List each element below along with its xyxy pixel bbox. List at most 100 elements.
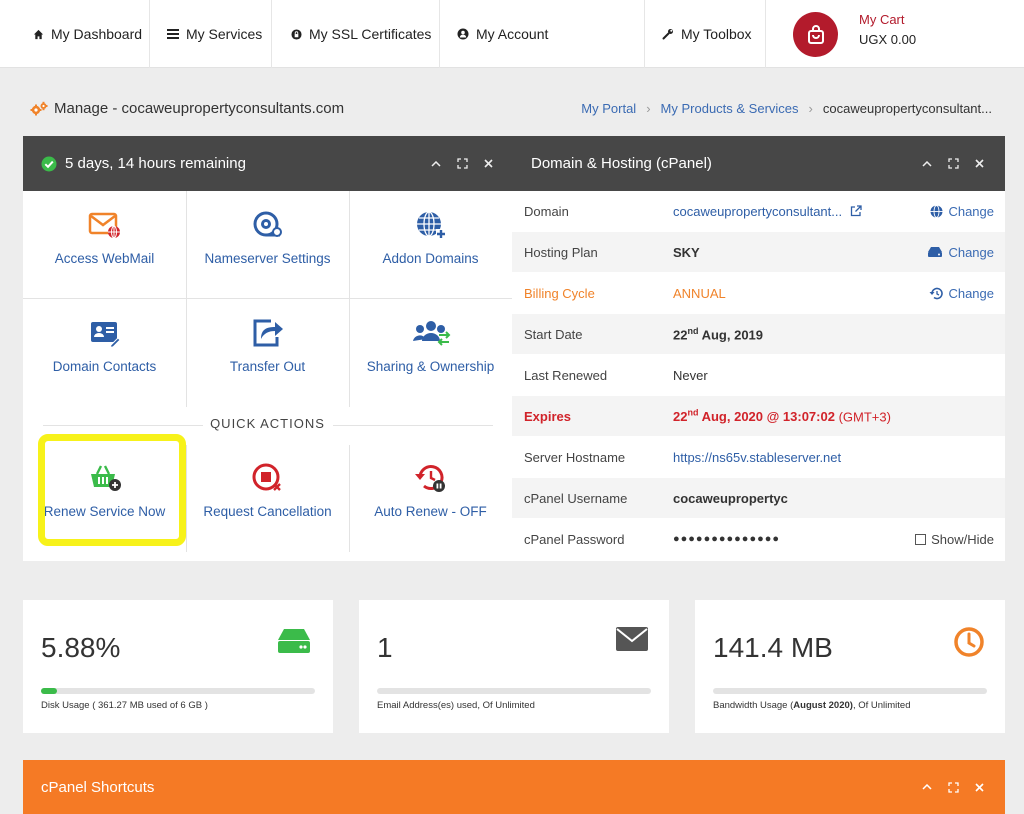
- cpanel-password-row: cPanel Password ●●●●●●●●●●●●●● Show/Hide: [512, 519, 1005, 560]
- envelope-icon: [615, 626, 649, 657]
- list-icon: [166, 27, 180, 41]
- lock-icon: [289, 27, 303, 41]
- nameserver-settings-label: Nameserver Settings: [204, 251, 331, 266]
- close-icon[interactable]: [973, 158, 985, 170]
- fullscreen-icon[interactable]: [947, 781, 959, 793]
- request-cancellation-button[interactable]: Request Cancellation: [186, 462, 349, 519]
- service-panel: 5 days, 14 hours remaining Domain & Host…: [23, 136, 1005, 561]
- cancel-icon: [251, 462, 285, 494]
- checkbox-icon[interactable]: [915, 533, 927, 545]
- collapse-icon[interactable]: [921, 158, 933, 170]
- cpanel-password-value: ●●●●●●●●●●●●●●: [673, 533, 781, 545]
- gears-icon: [30, 101, 48, 117]
- domain-contacts-button[interactable]: Domain Contacts: [23, 317, 186, 374]
- nav-my-dashboard[interactable]: My Dashboard: [0, 0, 150, 68]
- billing-cycle-row: Billing Cycle ANNUAL Change: [512, 273, 1005, 314]
- access-webmail-button[interactable]: Access WebMail: [23, 209, 186, 266]
- renew-basket-icon: [88, 462, 122, 494]
- breadcrumb-current: cocaweupropertyconsultant...: [822, 101, 992, 116]
- last-renewed-row: Last Renewed Never: [512, 355, 1005, 396]
- change-hosting-plan-button[interactable]: Change: [927, 245, 994, 260]
- last-renewed-label: Last Renewed: [524, 367, 608, 383]
- access-webmail-label: Access WebMail: [54, 251, 155, 266]
- nav-my-toolbox[interactable]: My Toolbox: [645, 0, 766, 68]
- nav-label: My Account: [476, 26, 549, 42]
- wrench-icon: [661, 27, 675, 41]
- nav-my-ssl-certificates[interactable]: My SSL Certificates: [272, 0, 440, 68]
- change-billing-cycle-button[interactable]: Change: [929, 286, 994, 301]
- server-icon: [927, 246, 943, 258]
- history-icon: [929, 287, 944, 300]
- change-domain-button[interactable]: Change: [930, 204, 994, 219]
- server-hostname-link[interactable]: https://ns65v.stableserver.net: [673, 450, 841, 465]
- cart-icon[interactable]: [793, 12, 838, 57]
- renew-service-button[interactable]: Renew Service Now: [23, 462, 186, 519]
- close-icon[interactable]: [973, 781, 985, 793]
- change-label: Change: [948, 244, 994, 260]
- external-link-icon: [850, 204, 862, 216]
- webmail-icon: [88, 209, 122, 241]
- auto-renew-label: Auto Renew - OFF: [374, 504, 487, 519]
- check-circle-icon: [41, 156, 57, 172]
- breadcrumb-my-products[interactable]: My Products & Services: [661, 101, 799, 116]
- nav-label: My Services: [186, 26, 263, 42]
- top-navigation: My Dashboard My Services My SSL Certific…: [0, 0, 1024, 68]
- nav-my-account[interactable]: My Account: [440, 0, 645, 68]
- cpanel-username-value: cocaweupropertyc: [673, 490, 788, 506]
- collapse-icon[interactable]: [921, 781, 933, 793]
- transfer-out-label: Transfer Out: [229, 359, 306, 374]
- nav-my-services[interactable]: My Services: [150, 0, 272, 68]
- cpanel-shortcuts-title: cPanel Shortcuts: [41, 778, 155, 796]
- domain-hosting-header: Domain & Hosting (cPanel): [512, 136, 1005, 191]
- disk-usage-value: 5.88%: [41, 632, 121, 663]
- fullscreen-icon[interactable]: [456, 158, 468, 170]
- nameserver-settings-button[interactable]: Nameserver Settings: [186, 209, 349, 266]
- start-date-label: Start Date: [524, 326, 583, 342]
- chevron-right-icon: ›: [646, 101, 651, 116]
- remaining-time-text: 5 days, 14 hours remaining: [65, 155, 246, 172]
- show-hide-password-toggle[interactable]: Show/Hide: [915, 532, 994, 547]
- contacts-icon: [89, 317, 121, 349]
- nav-label: My Dashboard: [51, 26, 143, 42]
- sharing-ownership-button[interactable]: Sharing & Ownership: [349, 317, 512, 374]
- nav-label: My Toolbox: [681, 26, 752, 42]
- collapse-icon[interactable]: [430, 158, 442, 170]
- page-title-text: Manage - cocaweupropertyconsultants.com: [54, 100, 345, 117]
- start-date-value: 22nd Aug, 2019: [673, 325, 764, 343]
- domain-value[interactable]: cocaweupropertyconsultant...: [673, 204, 862, 219]
- sharing-ownership-label: Sharing & Ownership: [366, 359, 495, 374]
- email-usage-card: 1 Email Address(es) used, Of Unlimited: [359, 600, 669, 733]
- hosting-plan-label: Hosting Plan: [524, 244, 598, 260]
- fullscreen-icon[interactable]: [947, 158, 959, 170]
- transfer-out-button[interactable]: Transfer Out: [186, 317, 349, 374]
- disk-usage-card: 5.88% Disk Usage ( 361.27 MB used of 6 G…: [23, 600, 333, 733]
- cpanel-password-label: cPanel Password: [524, 531, 625, 547]
- cart[interactable]: My Cart UGX 0.00: [766, 0, 1024, 68]
- addon-domains-button[interactable]: Addon Domains: [349, 209, 512, 266]
- bandwidth-usage-value: 141.4 MB: [713, 632, 833, 663]
- bandwidth-usage-card: 141.4 MB Bandwidth Usage (August 2020), …: [695, 600, 1005, 733]
- sharing-icon: [411, 317, 451, 349]
- expires-value: 22nd Aug, 2020 @ 13:07:02 (GMT+3): [673, 407, 891, 425]
- domain-contacts-label: Domain Contacts: [52, 359, 157, 374]
- expires-row: Expires 22nd Aug, 2020 @ 13:07:02 (GMT+3…: [512, 396, 1005, 437]
- cart-amount: UGX 0.00: [859, 32, 917, 47]
- renew-service-label: Renew Service Now: [43, 504, 166, 519]
- change-label: Change: [948, 285, 994, 301]
- chevron-right-icon: ›: [808, 101, 813, 116]
- disk-icon: [275, 626, 313, 661]
- cpanel-shortcuts-header: cPanel Shortcuts: [23, 760, 1005, 814]
- domain-hosting-title: Domain & Hosting (cPanel): [531, 155, 712, 172]
- disk-usage-note: Disk Usage ( 361.27 MB used of 6 GB ): [41, 700, 208, 711]
- cpanel-username-row: cPanel Username cocaweupropertyc: [512, 478, 1005, 519]
- close-icon[interactable]: [482, 158, 494, 170]
- clock-icon: [953, 626, 985, 663]
- remaining-time-header: 5 days, 14 hours remaining: [23, 136, 512, 191]
- cart-title[interactable]: My Cart: [859, 12, 905, 27]
- auto-renew-toggle[interactable]: Auto Renew - OFF: [349, 462, 512, 519]
- server-hostname-row: Server Hostname https://ns65v.stableserv…: [512, 437, 1005, 478]
- hosting-plan-value: SKY: [673, 244, 700, 260]
- change-label: Change: [948, 203, 994, 219]
- breadcrumb-my-portal[interactable]: My Portal: [581, 101, 636, 116]
- email-usage-value: 1: [377, 632, 393, 663]
